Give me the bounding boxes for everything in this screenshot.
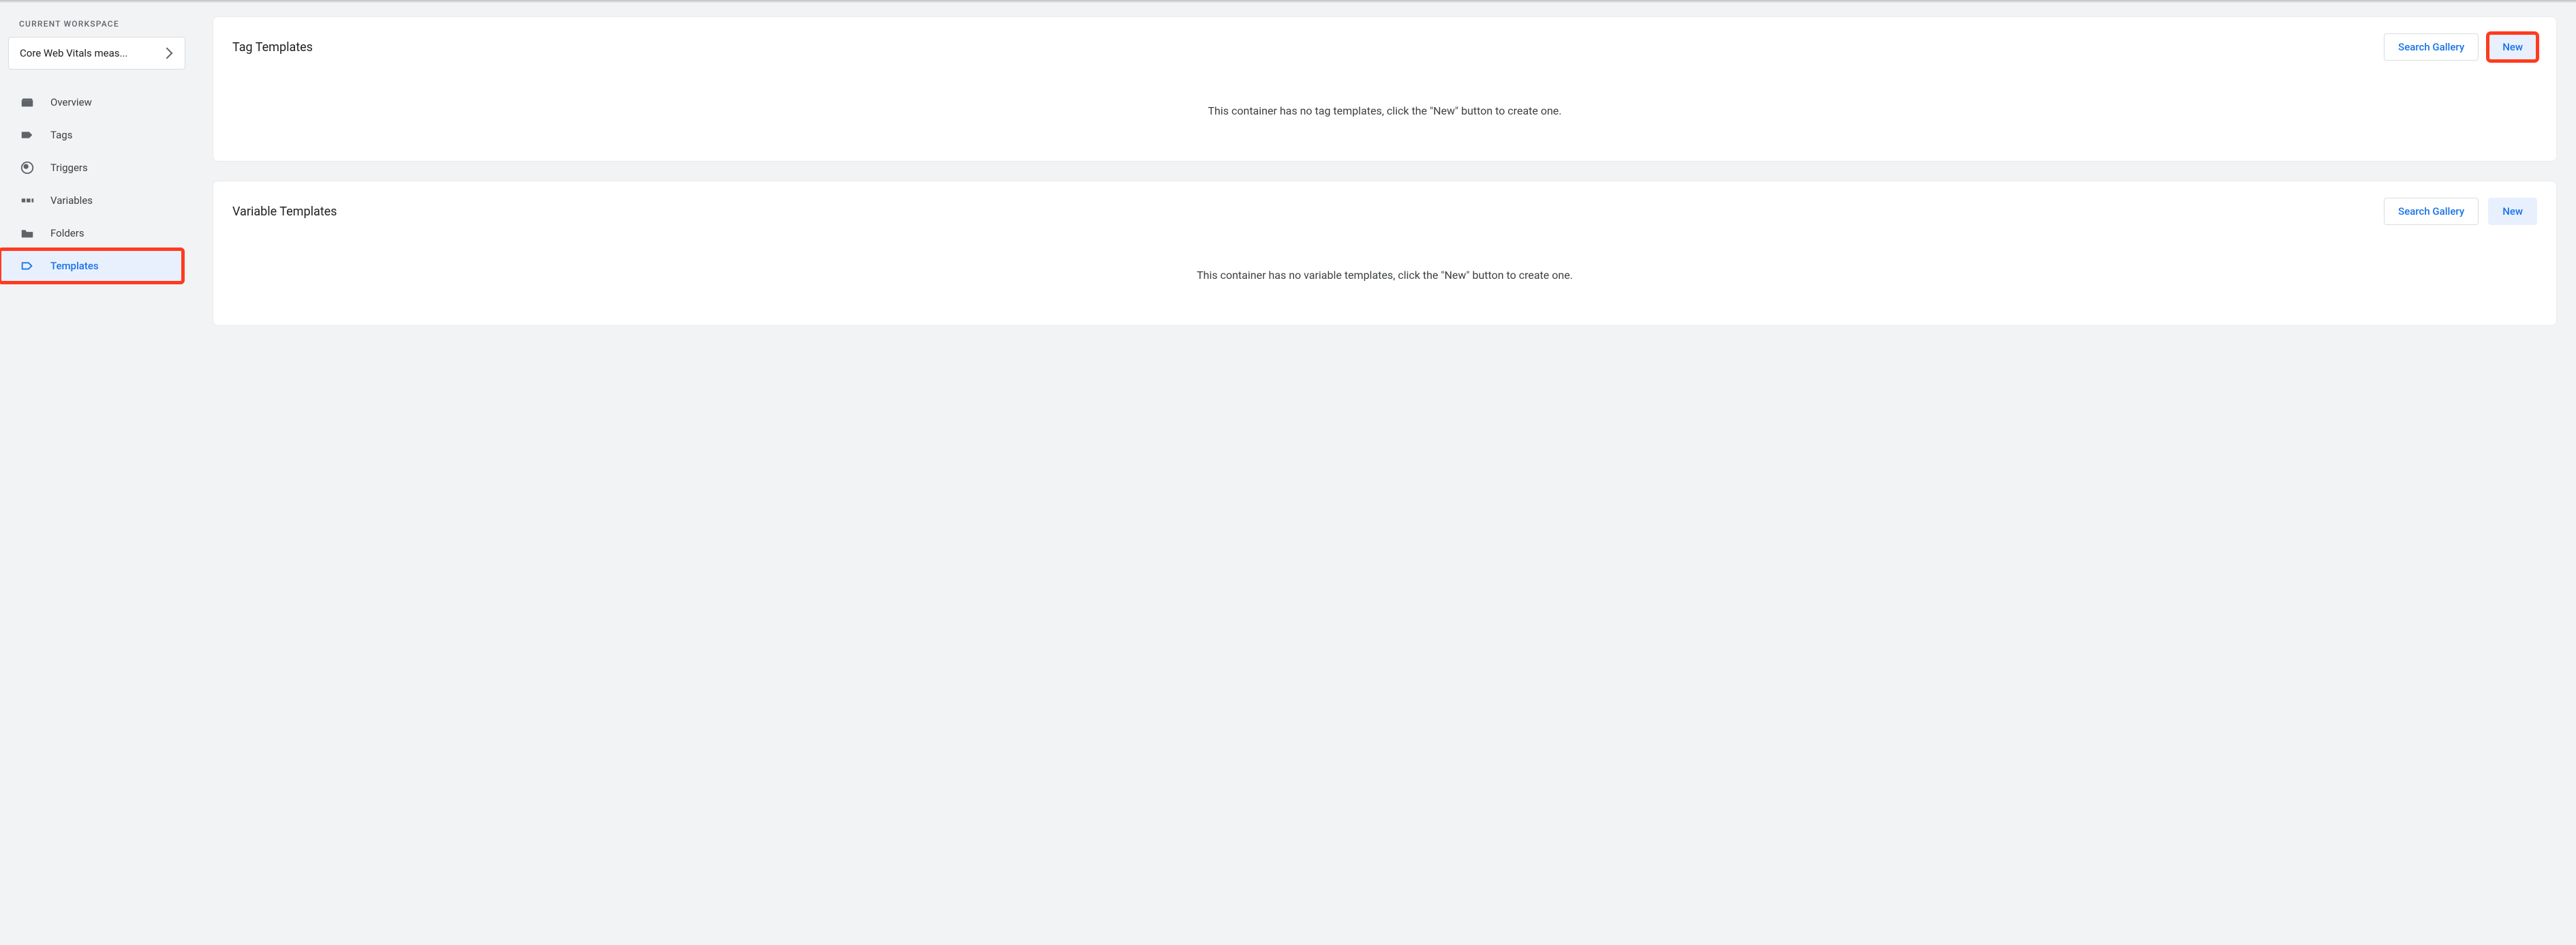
sidebar-item-templates[interactable]: Templates	[0, 250, 183, 282]
variable-templates-title: Variable Templates	[232, 205, 337, 219]
variable-templates-card: Variable Templates Search Gallery New Th…	[213, 181, 2557, 326]
sidebar-item-tags[interactable]: Tags	[0, 119, 183, 151]
sidebar-item-label: Tags	[50, 129, 72, 141]
workspace-name: Core Web Vitals meas...	[20, 47, 127, 59]
workspace-heading: CURRENT WORKSPACE	[0, 19, 194, 34]
folders-icon	[19, 225, 35, 241]
tags-icon	[19, 127, 35, 143]
main-content: Tag Templates Search Gallery New This co…	[194, 3, 2576, 945]
overview-icon	[19, 94, 35, 110]
templates-icon	[19, 258, 35, 274]
sidebar-nav: Overview Tags Triggers Variables	[0, 86, 194, 282]
tag-templates-header: Tag Templates Search Gallery New	[213, 17, 2556, 66]
sidebar-item-variables[interactable]: Variables	[0, 184, 183, 217]
sidebar: CURRENT WORKSPACE Core Web Vitals meas..…	[0, 3, 194, 945]
tag-templates-new-button[interactable]: New	[2488, 33, 2537, 61]
sidebar-item-label: Templates	[50, 260, 99, 272]
sidebar-item-label: Folders	[50, 227, 85, 239]
sidebar-item-triggers[interactable]: Triggers	[0, 151, 183, 184]
sidebar-item-overview[interactable]: Overview	[0, 86, 183, 119]
sidebar-item-label: Variables	[50, 194, 93, 207]
variable-templates-header: Variable Templates Search Gallery New	[213, 181, 2556, 230]
tag-templates-title: Tag Templates	[232, 40, 313, 55]
variable-templates-search-gallery-button[interactable]: Search Gallery	[2384, 198, 2479, 225]
sidebar-item-label: Overview	[50, 96, 92, 108]
tag-templates-empty-message: This container has no tag templates, cli…	[213, 66, 2556, 134]
sidebar-item-folders[interactable]: Folders	[0, 217, 183, 250]
variable-templates-new-button[interactable]: New	[2488, 198, 2537, 225]
variable-templates-empty-message: This container has no variable templates…	[213, 230, 2556, 298]
sidebar-item-label: Triggers	[50, 162, 88, 174]
triggers-icon	[19, 160, 35, 176]
tag-templates-card: Tag Templates Search Gallery New This co…	[213, 16, 2557, 162]
variables-icon	[19, 192, 35, 209]
tag-templates-search-gallery-button[interactable]: Search Gallery	[2384, 33, 2479, 61]
chevron-right-icon	[162, 48, 173, 59]
workspace-selector[interactable]: Core Web Vitals meas...	[8, 37, 185, 70]
